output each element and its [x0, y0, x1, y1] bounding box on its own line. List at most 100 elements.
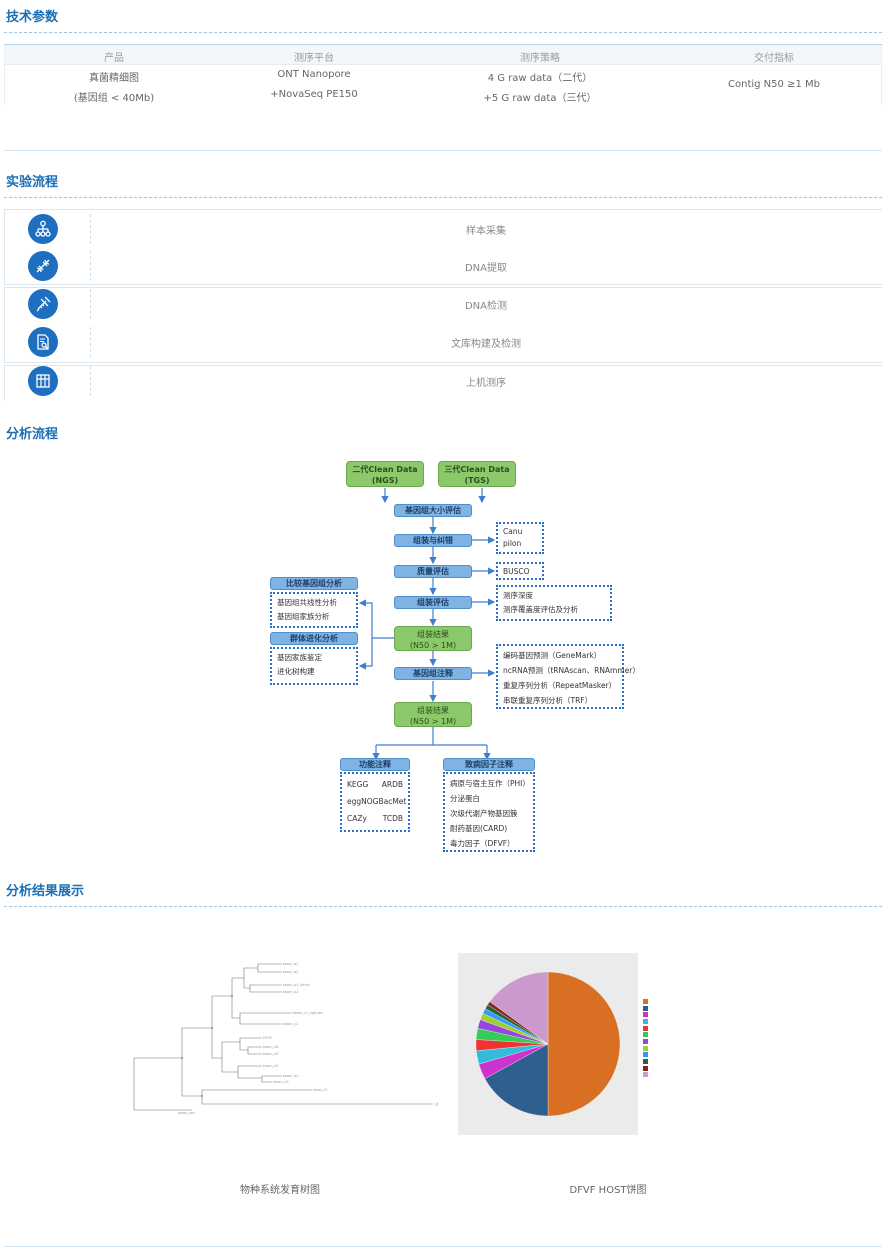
legend-swatch — [643, 1018, 648, 1024]
spec-product: 真菌精细图 — [89, 73, 139, 84]
legend-item — [643, 1052, 753, 1059]
experiment-step-label: 文库构建及检测 — [451, 339, 521, 350]
experiment-step: DNA检测 — [4, 285, 882, 323]
spec-delivery: Contig N50 ≥1 Mb — [728, 79, 820, 90]
legend-swatch — [643, 1052, 648, 1058]
comparative-genomics-box: 基因组共线性分析 基因组家族分析 — [270, 592, 358, 628]
spec-header-delivery: 交付指标 — [754, 53, 794, 64]
legend-item — [643, 1018, 753, 1025]
legend-item — [643, 1058, 753, 1065]
experiment-step-label: DNA检测 — [464, 301, 508, 312]
section-rule — [4, 906, 882, 907]
assembly-result-box: 组装结果 (N50 > 1M) — [394, 626, 472, 651]
spec-platform-2: +NovaSeq PE150 — [270, 89, 358, 100]
svg-text:taxon_e2: taxon_e2 — [283, 1074, 298, 1078]
legend-swatch — [643, 1072, 648, 1078]
section-rule — [4, 32, 882, 33]
analysis-flow-diagram: 二代Clean Data (NGS) 三代Clean Data (TGS) 基因… — [260, 455, 640, 855]
svg-text:DFVF: DFVF — [263, 1036, 272, 1040]
experiment-step-label: DNA提取 — [464, 263, 508, 274]
legend-swatch — [643, 1038, 648, 1044]
legend-item — [643, 1005, 753, 1012]
final-result-box: 组装结果 (N50 > 1M) — [394, 702, 472, 727]
spec-product-size: (基因组 < 40Mb) — [73, 93, 155, 104]
note-quality: BUSCO — [496, 562, 544, 580]
legend-swatch — [643, 1032, 648, 1038]
legend-swatch — [643, 1059, 648, 1065]
legend-item — [643, 1025, 753, 1032]
section-title-tech: 技术参数 — [6, 10, 59, 25]
experiment-step: 上机测序 — [4, 362, 882, 400]
section-rule — [4, 197, 882, 198]
ngs-data-box: 二代Clean Data (NGS) — [346, 461, 424, 487]
spec-table: 产品 测序平台 测序策略 交付指标 真菌精细图 (基因组 < 40Mb) ONT… — [4, 44, 882, 105]
step-genome-size: 基因组大小评估 — [394, 504, 472, 517]
svg-text:taxon_e3: taxon_e3 — [273, 1080, 288, 1084]
note-assembly-eval: 测序深度 测序覆盖度评估及分析 — [496, 585, 612, 621]
function-annotation-title: 功能注释 — [340, 758, 410, 771]
experiment-step-label: 样本采集 — [466, 226, 506, 237]
legend-item — [643, 1031, 753, 1038]
spec-header-strategy: 测序策略 — [520, 53, 560, 64]
legend-swatch — [643, 1045, 648, 1051]
legend-item — [643, 1038, 753, 1045]
legend-swatch — [643, 1065, 648, 1071]
step-assembly: 组装与纠错 — [394, 534, 472, 547]
section-title-results: 分析结果展示 — [6, 884, 85, 899]
phylogenetic-tree-graphic: taxon_a1 taxon_a2 taxon_b1_strain taxon_b2… — [133, 962, 438, 1115]
note-annotation: 编码基因预测（GeneMark） ncRNA预测（tRNAscan、RNAmme… — [496, 644, 640, 709]
legend-item — [643, 1072, 753, 1079]
function-annotation-box: KEGG ARDB eggNOG BacMet CAZy TCDB — [340, 772, 410, 832]
legend-item — [643, 1011, 753, 1018]
svg-text:t_g: t_g — [433, 1102, 438, 1106]
step-assembly-eval: 组装评估 — [394, 596, 472, 609]
experiment-step-label: 上机测序 — [466, 378, 506, 389]
document-search-icon — [28, 327, 58, 357]
legend-swatch — [643, 998, 648, 1004]
experiment-step: 样本采集 — [4, 210, 882, 248]
note-assembly: Canu pilon — [496, 522, 544, 554]
experiment-step: 文库构建及检测 — [4, 323, 882, 361]
dna-icon — [28, 251, 58, 281]
population-evolution-box: 基因家族鉴定 进化树构建 — [270, 647, 358, 685]
legend-swatch — [643, 1025, 648, 1031]
comparative-genomics-title: 比较基因组分析 — [270, 577, 358, 590]
step-quality: 质量评估 — [394, 565, 472, 578]
spec-strategy: 4 G raw data（二代） — [487, 73, 593, 84]
svg-text:taxon_e1: taxon_e1 — [263, 1064, 278, 1068]
pie-caption: DFVF HOST饼图 — [569, 1185, 647, 1196]
phylogenetic-tree-figure: taxon_a1 taxon_a2 taxon_b1_strain taxon_b2… — [132, 958, 442, 1118]
section-divider — [4, 150, 882, 151]
svg-text:taxon_a2: taxon_a2 — [283, 970, 298, 974]
experiment-step: DNA提取 — [4, 247, 882, 285]
page-bottom-rule — [4, 1246, 882, 1247]
svg-text:taxon_b1_strain: taxon_b1_strain — [283, 983, 310, 987]
step-annotation: 基因组注释 — [394, 667, 472, 680]
pathogenic-annotation-title: 致病因子注释 — [443, 758, 535, 771]
svg-text:taxon_a1: taxon_a1 — [283, 962, 298, 966]
svg-text:taxon_d3: taxon_d3 — [263, 1052, 279, 1056]
dfvf-host-pie-panel — [458, 953, 638, 1135]
section-title-experiment: 实验流程 — [6, 175, 59, 190]
svg-text:taxon_b2: taxon_b2 — [283, 990, 299, 994]
spec-platform: ONT Nanopore — [277, 69, 351, 80]
legend-item — [643, 998, 753, 1005]
grid-sequencer-icon — [28, 366, 58, 396]
legend-item — [643, 1045, 753, 1052]
dfvf-host-pie-chart — [475, 971, 621, 1117]
svg-text:taxon_d2: taxon_d2 — [263, 1045, 279, 1049]
legend-swatch — [643, 1005, 648, 1011]
experiment-flow: 样本采集 DNA提取 DNA检测 文库构建及检测 上机测序 — [4, 209, 882, 401]
pie-slice — [547, 971, 621, 1117]
tree-caption: 物种系统发育树图 — [240, 1185, 320, 1196]
dna-test-icon — [28, 289, 58, 319]
svg-text:taxon_f1: taxon_f1 — [313, 1088, 328, 1092]
spec-header-product: 产品 — [104, 53, 124, 64]
sample-network-icon — [28, 214, 58, 244]
svg-text:taxon_out: taxon_out — [178, 1111, 195, 1115]
pie-legend — [643, 998, 753, 1078]
population-evolution-title: 群体进化分析 — [270, 632, 358, 645]
tgs-data-box: 三代Clean Data (TGS) — [438, 461, 516, 487]
svg-text:taxon_c1_species: taxon_c1_species — [293, 1011, 323, 1015]
pathogenic-annotation-box: 病原与宿主互作（PHI） 分泌蛋白 次级代谢产物基因簇 耐药基因(CARD) 毒… — [443, 772, 535, 852]
